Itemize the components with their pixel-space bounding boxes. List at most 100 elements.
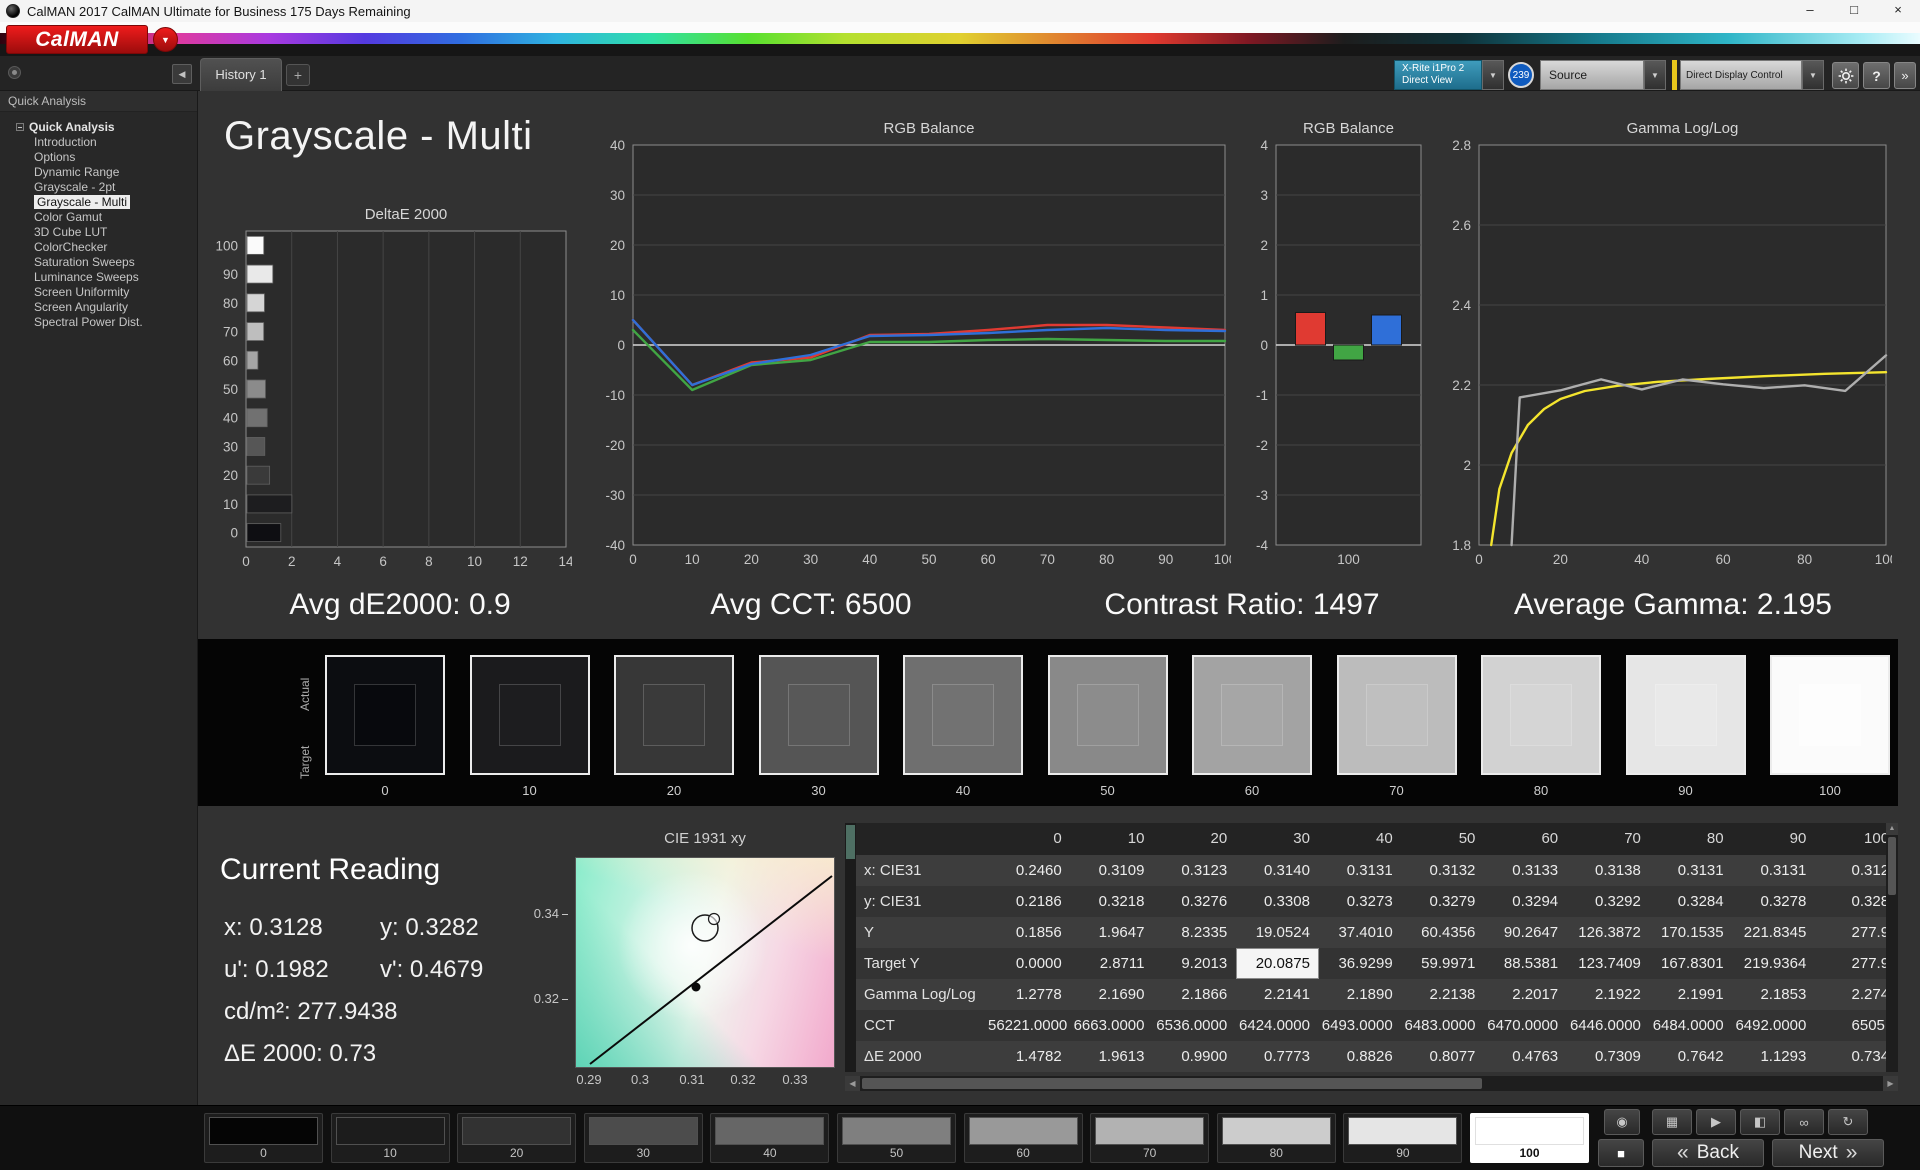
pattern-level-button[interactable]: 90 <box>1343 1113 1463 1163</box>
split-view-button[interactable]: ◧ <box>1740 1109 1780 1135</box>
forward-button[interactable]: » <box>1894 62 1916 89</box>
table-cell[interactable]: 9.2013 <box>1153 948 1236 979</box>
layout-button[interactable]: ▦ <box>1652 1109 1692 1135</box>
vscroll-thumb[interactable] <box>1888 837 1896 895</box>
pattern-level-button[interactable]: 60 <box>963 1113 1083 1163</box>
table-cell[interactable]: 88.5381 <box>1484 948 1567 979</box>
table-cell[interactable]: 0.7642 <box>1650 1041 1733 1072</box>
meter-dropdown-icon[interactable]: ▼ <box>1482 60 1504 90</box>
table-cell[interactable]: 59.9971 <box>1402 948 1485 979</box>
table-cell[interactable]: 90.2647 <box>1484 917 1567 948</box>
table-cell[interactable]: 6446.0000 <box>1567 1010 1650 1041</box>
table-cell[interactable]: 6536.0000 <box>1153 1010 1236 1041</box>
table-left-scrollbar-thumb[interactable] <box>846 825 855 859</box>
table-cell[interactable]: 0.3276 <box>1153 886 1236 917</box>
table-cell[interactable]: 1.2778 <box>988 979 1071 1010</box>
table-cell[interactable]: 2.1866 <box>1153 979 1236 1010</box>
back-button[interactable]: « Back <box>1652 1139 1764 1167</box>
pattern-level-button[interactable]: 70 <box>1090 1113 1210 1163</box>
table-cell[interactable]: 6492.0000 <box>1733 1010 1816 1041</box>
source-selector[interactable]: Source <box>1540 60 1644 90</box>
add-tab-button[interactable]: + <box>286 64 310 86</box>
table-cell[interactable]: 2.1890 <box>1319 979 1402 1010</box>
refresh-button[interactable]: ↻ <box>1828 1109 1868 1135</box>
table-cell[interactable]: 0.3278 <box>1733 886 1816 917</box>
table-cell[interactable]: 1.4782 <box>988 1041 1071 1072</box>
pattern-level-button[interactable]: 0 <box>204 1113 323 1163</box>
table-cell[interactable]: 6424.0000 <box>1236 1010 1319 1041</box>
tab-history-1[interactable]: History 1 <box>200 58 282 91</box>
scroll-up-icon[interactable]: ▲ <box>1886 823 1898 835</box>
table-cell[interactable]: 19.0524 <box>1236 917 1319 948</box>
maximize-button[interactable]: □ <box>1832 0 1876 22</box>
sidebar-item[interactable]: Grayscale - Multi <box>0 195 197 210</box>
display-control-dropdown-icon[interactable]: ▼ <box>1802 60 1824 90</box>
table-left-scrollbar[interactable] <box>845 823 856 1072</box>
sidebar-item[interactable]: Luminance Sweeps <box>0 270 197 285</box>
sidebar-item[interactable]: Introduction <box>0 135 197 150</box>
table-cell[interactable]: 8.2335 <box>1153 917 1236 948</box>
sidebar-item[interactable]: Spectral Power Dist. <box>0 315 197 330</box>
pattern-level-button[interactable]: 30 <box>583 1113 703 1163</box>
table-cell[interactable]: 170.1535 <box>1650 917 1733 948</box>
table-cell[interactable]: 0.3131 <box>1733 855 1816 886</box>
preview-button[interactable]: ◉ <box>1604 1109 1640 1135</box>
table-cell[interactable]: 0.3133 <box>1484 855 1567 886</box>
table-cell[interactable]: 1.1293 <box>1733 1041 1816 1072</box>
pattern-window-button[interactable]: ■ <box>1598 1139 1644 1167</box>
table-cell[interactable]: 2.1991 <box>1650 979 1733 1010</box>
table-cell[interactable]: 0.3138 <box>1567 855 1650 886</box>
table-cell[interactable]: 0.3131 <box>1650 855 1733 886</box>
table-cell[interactable]: 2.2017 <box>1484 979 1567 1010</box>
display-control-selector[interactable]: Direct Display Control <box>1680 60 1802 90</box>
table-cell[interactable]: 0.3284 <box>1650 886 1733 917</box>
meter-selector[interactable]: X-Rite i1Pro 2 Direct View <box>1394 60 1482 90</box>
table-cell[interactable]: 1.9647 <box>1071 917 1154 948</box>
table-cell[interactable]: 0.3132 <box>1402 855 1485 886</box>
table-cell[interactable]: 0.3308 <box>1236 886 1319 917</box>
table-cell[interactable]: 37.4010 <box>1319 917 1402 948</box>
sidebar-item[interactable]: Saturation Sweeps <box>0 255 197 270</box>
sidebar-item[interactable]: Dynamic Range <box>0 165 197 180</box>
table-cell[interactable]: 0.3131 <box>1319 855 1402 886</box>
logo-dropdown-button[interactable]: ▼ <box>153 27 178 52</box>
table-cell[interactable]: 0.7773 <box>1236 1041 1319 1072</box>
hscroll-thumb[interactable] <box>862 1078 1482 1089</box>
table-cell[interactable]: 0.7309 <box>1567 1041 1650 1072</box>
sidebar-item[interactable]: ColorChecker <box>0 240 197 255</box>
table-cell[interactable]: 0.3273 <box>1319 886 1402 917</box>
table-cell[interactable]: 56221.0000 <box>988 1010 1071 1041</box>
table-cell[interactable]: 0.3109 <box>1071 855 1154 886</box>
table-cell[interactable]: 0.9900 <box>1153 1041 1236 1072</box>
minimize-button[interactable]: – <box>1788 0 1832 22</box>
settings-button[interactable] <box>1832 62 1859 89</box>
source-dropdown-icon[interactable]: ▼ <box>1644 60 1666 90</box>
pattern-level-button[interactable]: 20 <box>457 1113 577 1163</box>
table-cell[interactable]: 0.2460 <box>988 855 1071 886</box>
table-cell[interactable]: 6663.0000 <box>1071 1010 1154 1041</box>
pattern-level-button[interactable]: 100 <box>1470 1113 1589 1163</box>
scroll-right-icon[interactable]: ▶ <box>1883 1076 1898 1091</box>
table-cell[interactable]: 6484.0000 <box>1650 1010 1733 1041</box>
table-cell[interactable]: 0.2186 <box>988 886 1071 917</box>
table-cell[interactable]: 2.1690 <box>1071 979 1154 1010</box>
table-cell[interactable]: 0.0000 <box>988 948 1071 979</box>
table-cell[interactable]: 0.3218 <box>1071 886 1154 917</box>
sidebar-item[interactable]: Screen Uniformity <box>0 285 197 300</box>
sidebar-item[interactable]: Options <box>0 150 197 165</box>
table-hscrollbar[interactable]: ◀ ▶ <box>845 1076 1898 1091</box>
table-cell[interactable]: 2.1853 <box>1733 979 1816 1010</box>
help-button[interactable]: ? <box>1863 62 1890 89</box>
sidebar-item[interactable]: Color Gamut <box>0 210 197 225</box>
table-cell[interactable]: 2.8711 <box>1071 948 1154 979</box>
workspace-dot-button[interactable] <box>8 66 21 79</box>
table-cell[interactable]: 219.9364 <box>1733 948 1816 979</box>
loop-button[interactable]: ∞ <box>1784 1109 1824 1135</box>
table-cell[interactable]: 36.9299 <box>1319 948 1402 979</box>
sidebar-item[interactable]: Screen Angularity <box>0 300 197 315</box>
sidebar-item[interactable]: 3D Cube LUT <box>0 225 197 240</box>
table-cell[interactable]: 0.3292 <box>1567 886 1650 917</box>
table-cell[interactable]: 20.0875 <box>1236 948 1319 979</box>
tree-expander-icon[interactable] <box>16 123 24 131</box>
next-button[interactable]: Next » <box>1772 1139 1884 1167</box>
